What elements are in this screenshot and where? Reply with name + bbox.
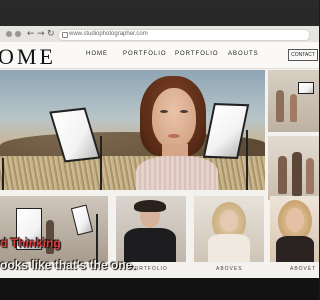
subtitle-line-1: d Thinking <box>0 236 61 250</box>
reload-icon[interactable]: ↻ <box>47 29 55 39</box>
light-stand <box>100 136 102 190</box>
person-head <box>286 208 304 232</box>
subtitle-text: d Thinking <box>0 236 61 250</box>
person-figure <box>276 90 284 122</box>
hero-image <box>0 70 265 190</box>
nav-portfolio-2[interactable]: PORTFOLIO <box>175 51 219 57</box>
softbox <box>70 204 94 236</box>
light-stand <box>96 214 98 262</box>
softbox <box>298 82 314 94</box>
address-bar[interactable]: www.studiophotographer.com <box>58 29 310 41</box>
person-figure <box>292 152 302 196</box>
model-sweater <box>136 156 218 190</box>
contact-button[interactable]: CONTACT <box>288 49 318 61</box>
person-head <box>220 210 238 232</box>
person-figure <box>306 158 314 194</box>
portfolio-card[interactable] <box>270 196 319 262</box>
model-lips <box>168 134 180 138</box>
portfolio-card[interactable] <box>0 196 108 262</box>
portfolio-card[interactable] <box>116 196 186 262</box>
person-figure <box>290 94 297 122</box>
model-eye <box>160 110 168 113</box>
person-suit <box>124 228 176 262</box>
portfolio-thumbnail[interactable] <box>268 70 319 132</box>
subtitle-line-2: ooks like that's the one. <box>0 258 136 272</box>
lock-icon <box>62 32 68 38</box>
nav-portfolio[interactable]: PORTFOLIO <box>123 51 167 57</box>
site-logo[interactable]: OME <box>0 44 56 70</box>
person-hair <box>134 200 166 212</box>
nav-abouts[interactable]: ABOUTS <box>228 51 259 57</box>
card-label-aboves[interactable]: ABOVES <box>216 266 243 272</box>
person-dress <box>208 234 250 262</box>
portfolio-thumbnail[interactable] <box>268 136 319 200</box>
person-top <box>276 236 314 262</box>
person-figure <box>278 156 287 194</box>
card-label-abovet[interactable]: ABOVET <box>290 266 316 272</box>
light-stand <box>2 158 4 190</box>
portfolio-card[interactable] <box>194 196 264 262</box>
window-dot-icon[interactable] <box>15 31 21 37</box>
back-arrow-icon[interactable]: ← <box>27 29 35 39</box>
light-stand <box>246 130 248 190</box>
model-eye <box>180 110 188 113</box>
site-navigation: OME HOME PORTFOLIO PORTFOLIO ABOUTS CONT… <box>0 42 319 69</box>
forward-arrow-icon[interactable]: → <box>37 29 45 39</box>
url-text: www.studiophotographer.com <box>69 31 148 37</box>
nav-home[interactable]: HOME <box>86 51 108 57</box>
window-dot-icon[interactable] <box>6 31 12 37</box>
grass-field <box>0 156 265 190</box>
browser-toolbar: ← → ↻ www.studiophotographer.com <box>0 26 319 43</box>
model-face <box>152 88 196 148</box>
